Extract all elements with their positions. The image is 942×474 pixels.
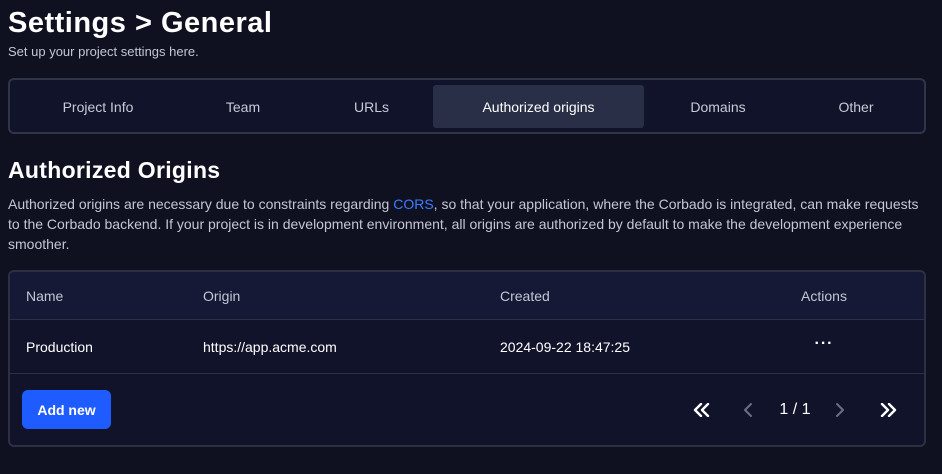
page-indicator: 1 / 1 xyxy=(779,401,811,418)
column-header-actions: Actions xyxy=(801,287,847,304)
description-text-before: Authorized origins are necessary due to … xyxy=(8,196,394,212)
row-actions: ··· xyxy=(780,321,868,373)
tab-authorized-origins[interactable]: Authorized origins xyxy=(433,85,644,128)
row-origin: https://app.acme.com xyxy=(203,339,337,355)
column-header-origin: Origin xyxy=(203,287,241,304)
tab-team[interactable]: Team xyxy=(173,85,313,128)
page-title: Settings > General xyxy=(8,7,273,39)
more-horizontal-icon[interactable]: ··· xyxy=(815,336,834,355)
cors-link[interactable]: CORS xyxy=(393,196,433,212)
tab-urls[interactable]: URLs xyxy=(313,85,430,128)
settings-tabs: Project Info Team URLs Authorized origin… xyxy=(8,78,926,134)
page-subtitle: Set up your project settings here. xyxy=(8,44,199,59)
row-created: 2024-09-22 18:47:25 xyxy=(500,339,630,355)
add-new-button[interactable]: Add new xyxy=(22,390,111,429)
tab-project-info[interactable]: Project Info xyxy=(23,85,173,128)
column-header-name: Name xyxy=(26,287,64,304)
settings-page: Settings > General Set up your project s… xyxy=(0,0,942,474)
double-chevron-right-icon xyxy=(880,403,897,417)
column-header-created: Created xyxy=(500,287,550,304)
next-page-button[interactable] xyxy=(828,396,852,424)
chevron-right-icon xyxy=(836,403,844,417)
row-name: Production xyxy=(26,339,93,355)
table-header: Name Origin Created Actions xyxy=(10,272,924,320)
table-row: Production https://app.acme.com 2024-09-… xyxy=(10,321,924,374)
chevron-left-icon xyxy=(744,403,752,417)
section-title: Authorized Origins xyxy=(8,157,221,183)
tab-other[interactable]: Other xyxy=(790,85,922,128)
double-chevron-left-icon xyxy=(693,403,710,417)
origins-table: Name Origin Created Actions Production h… xyxy=(8,270,926,447)
previous-page-button[interactable] xyxy=(736,396,760,424)
tab-domains[interactable]: Domains xyxy=(646,85,790,128)
first-page-button[interactable] xyxy=(688,396,716,424)
section-description: Authorized origins are necessary due to … xyxy=(8,194,928,254)
last-page-button[interactable] xyxy=(874,396,902,424)
